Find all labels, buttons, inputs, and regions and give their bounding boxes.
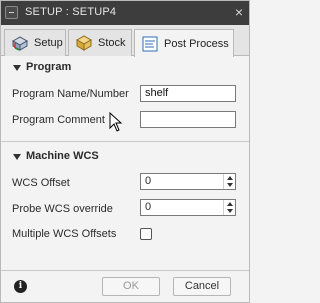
title-bar[interactable]: SETUP : SETUP4 × [1,1,249,25]
wcs-offset-value[interactable]: 0 [145,175,151,187]
mouse-cursor-icon [109,112,123,132]
probe-wcs-override-label: Probe WCS override [12,203,113,215]
spin-up-icon[interactable] [227,202,233,206]
cancel-button[interactable]: Cancel [173,277,231,296]
program-name-label: Program Name/Number [12,88,129,100]
ok-button[interactable]: OK [102,277,160,296]
tab-setup[interactable]: Setup [4,29,66,56]
stock-icon [75,34,93,52]
program-name-input[interactable]: shelf [140,85,236,102]
spin-down-icon[interactable] [227,209,233,213]
machine-wcs-section-title[interactable]: Machine WCS [26,150,99,162]
probe-wcs-override-spinner[interactable] [223,200,235,215]
multiple-wcs-offsets-checkbox[interactable] [140,228,152,240]
close-icon[interactable]: × [235,4,243,20]
post-process-icon [141,35,159,53]
tab-bar: Setup Stock Post Process [1,25,249,57]
setup-dialog: SETUP : SETUP4 × Setup Stock Post Proces… [0,0,250,303]
wcs-offset-stepper[interactable]: 0 [140,173,236,190]
section-divider [1,141,249,142]
probe-wcs-override-stepper[interactable]: 0 [140,199,236,216]
program-comment-input[interactable] [140,111,236,128]
chevron-down-icon[interactable] [13,65,21,71]
spin-up-icon[interactable] [227,176,233,180]
multiple-wcs-offsets-label: Multiple WCS Offsets [12,228,117,240]
tab-setup-label: Setup [34,37,63,49]
tab-post-process[interactable]: Post Process [134,29,234,57]
wcs-offset-label: WCS Offset [12,177,70,189]
info-icon[interactable]: i [14,280,27,293]
probe-wcs-override-value[interactable]: 0 [145,201,151,213]
collapse-button[interactable] [5,6,18,19]
dialog-footer: i OK Cancel [1,270,249,302]
wcs-offset-spinner[interactable] [223,174,235,189]
setup-icon [11,34,29,52]
chevron-down-icon[interactable] [13,154,21,160]
program-section-title[interactable]: Program [26,61,71,73]
spin-down-icon[interactable] [227,183,233,187]
tab-stock[interactable]: Stock [68,29,132,56]
tab-post-process-label: Post Process [164,37,229,50]
dialog-title: SETUP : SETUP4 [25,6,117,18]
program-comment-label: Program Comment [12,114,105,126]
tab-stock-label: Stock [98,37,126,49]
